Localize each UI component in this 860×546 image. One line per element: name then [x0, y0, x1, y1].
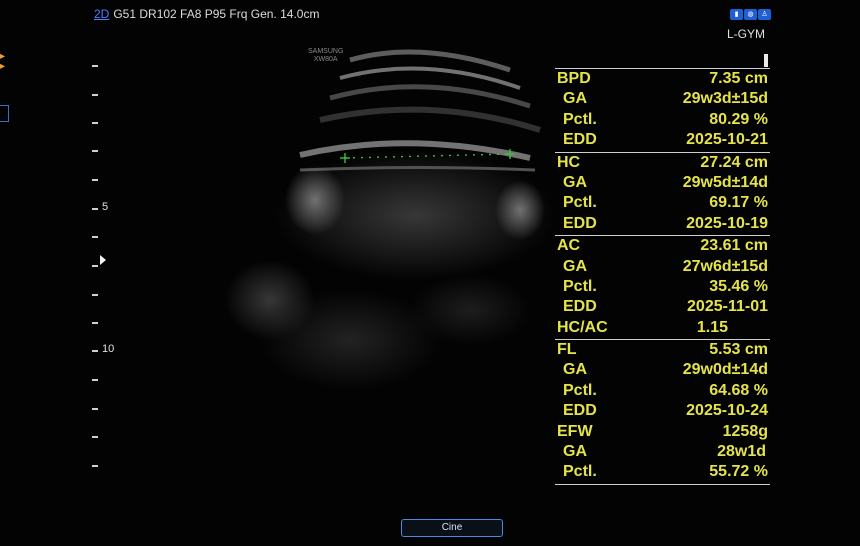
ac-group: AC 23.61 cm GA 27w6d±15d Pctl. 35.46 % EDD 2…	[555, 236, 770, 341]
hc-ac-ratio-row: HC/AC 1.15	[557, 318, 728, 336]
imaging-params-text: G51 DR102 FA8 P95 Frq Gen. 14.0cm	[113, 7, 320, 21]
hc-row: HC 27.24 cm	[557, 153, 768, 171]
depth-label-10: 10	[102, 343, 115, 355]
cine-button[interactable]: Cine	[401, 519, 503, 537]
left-edge-tab[interactable]	[0, 105, 9, 122]
ac-row: AC 23.61 cm	[557, 237, 768, 255]
bpd-edd-row: EDD 2025-10-21	[563, 131, 768, 149]
efw-ga-row: GA 28w1d	[563, 443, 766, 461]
bpd-group: BPD 7.35 cm GA 29w3d±15d Pctl. 80.29 % EDD 2…	[555, 69, 770, 153]
hc-edd-row: EDD 2025-10-19	[563, 214, 768, 232]
status-icons: ▮ ◍ ♙	[730, 9, 771, 20]
ac-edd-row: EDD 2025-11-01	[563, 298, 768, 316]
bpd-ga-row: GA 29w3d±15d	[563, 90, 768, 108]
left-edge-marks: ▸ ▸	[0, 51, 6, 72]
bpd-pctl-row: Pctl. 80.29 %	[563, 110, 768, 128]
depth-label-5: 5	[102, 201, 109, 213]
probe-icon: ▮	[730, 9, 743, 20]
preset-label: L-GYM	[726, 27, 765, 41]
ac-pctl-row: Pctl. 35.46 %	[563, 277, 768, 295]
text-cursor	[764, 54, 768, 67]
hc-group: HC 27.24 cm GA 29w5d±14d Pctl. 69.17 % EDD 2…	[555, 153, 770, 237]
fl-row: FL 5.53 cm	[557, 341, 768, 359]
fl-group: FL 5.53 cm GA 29w0d±14d Pctl. 64.68 % EDD 20…	[555, 340, 770, 485]
fl-edd-row: EDD 2025-10-24	[563, 402, 768, 420]
focus-marker-icon[interactable]	[100, 255, 106, 265]
body-icon: ◍	[744, 9, 757, 20]
hc-pctl-row: Pctl. 69.17 %	[563, 194, 768, 212]
acquisition-params: 2D G51 DR102 FA8 P95 Frq Gen. 14.0cm	[94, 7, 319, 21]
ultrasound-image[interactable]	[150, 40, 570, 470]
measurement-panel: BPD 7.35 cm GA 29w3d±15d Pctl. 80.29 % EDD 2…	[555, 68, 770, 485]
hc-ga-row: GA 29w5d±14d	[563, 173, 768, 191]
efw-pctl-row: Pctl. 55.72 %	[563, 463, 768, 481]
efw-row: EFW 1258g	[557, 422, 768, 440]
bpd-row: BPD 7.35 cm	[557, 70, 768, 87]
person-icon: ♙	[758, 9, 771, 20]
ac-ga-row: GA 27w6d±15d	[563, 257, 768, 275]
mode-2d-link[interactable]: 2D	[94, 7, 109, 21]
fl-ga-row: GA 29w0d±14d	[563, 361, 768, 379]
fl-pctl-row: Pctl. 64.68 %	[563, 381, 768, 399]
